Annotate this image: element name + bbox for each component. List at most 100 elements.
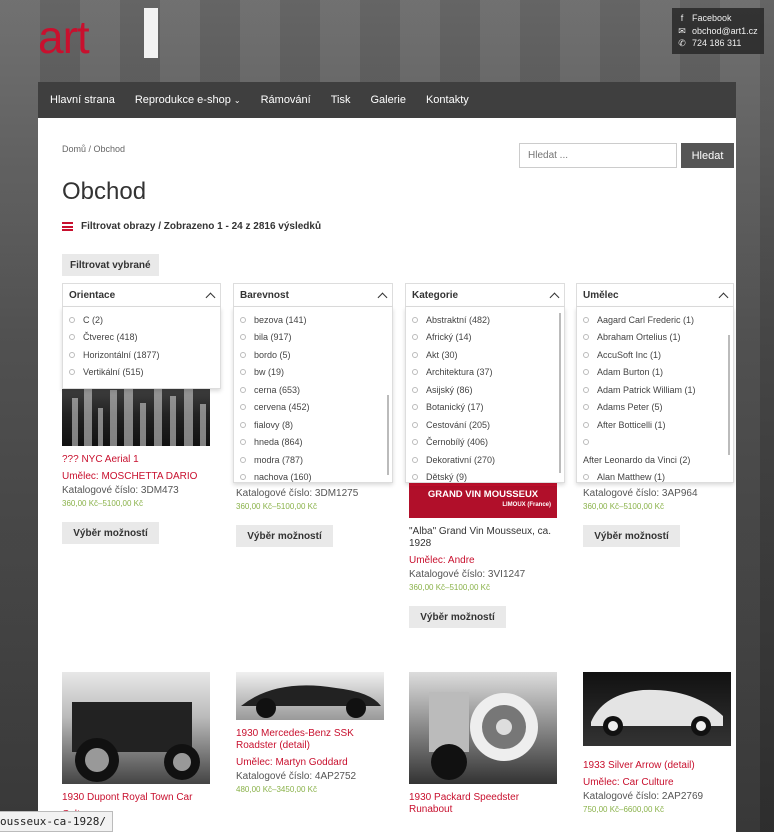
filter-option[interactable]: Adam Patrick William (1) [577,381,733,399]
product-title[interactable]: 1930 Packard Speedster Runabout [409,792,559,816]
filter-option[interactable]: Horizontální (1877) [63,346,220,364]
filter-option[interactable]: cerna (653) [234,381,392,399]
search-input[interactable] [519,143,677,168]
filter-option[interactable]: Cestování (205) [406,416,564,434]
radio-icon [583,351,589,358]
filter-option[interactable]: Černobílý (406) [406,434,564,452]
select-options-button[interactable]: Výběr možností [409,606,506,628]
filter-option[interactable]: bw (19) [234,364,392,382]
filter-option-label: cerna (653) [254,384,301,395]
nav-gallery[interactable]: Galerie [361,94,416,106]
radio-icon [69,351,75,358]
filter-option[interactable]: Akt (30) [406,346,564,364]
radio-icon [240,456,246,463]
select-options-button[interactable]: Výběr možností [62,522,159,544]
filter-option[interactable]: Africký (14) [406,329,564,347]
product-title[interactable]: 1930 Mercedes-Benz SSK Roadster (detail) [236,728,386,752]
select-options-button[interactable]: Výběr možností [236,525,333,547]
scrollbar[interactable] [559,313,561,473]
apply-filter-button[interactable]: Filtrovat vybrané [62,254,159,276]
product-title[interactable]: 1930 Dupont Royal Town Car [62,792,212,804]
filter-option[interactable]: Asijský (86) [406,381,564,399]
product-card: ??? NYC Aerial 1 Umělec: MOSCHETTA DARIO… [62,368,212,544]
filter-category-header[interactable]: Kategorie [405,283,565,307]
select-options-button[interactable]: Výběr možností [583,525,680,547]
filter-option[interactable]: Abstraktní (482) [406,311,564,329]
product-image[interactable] [409,672,557,784]
radio-icon [412,421,418,428]
radio-icon [412,456,418,463]
filter-option[interactable]: bila (917) [234,329,392,347]
filter-orientation-header[interactable]: Orientace [62,283,221,307]
filter-color-list: bezova (141) bila (917) bordo (5) bw (19… [233,307,393,483]
search-button[interactable]: Hledat [681,143,734,168]
product-artist[interactable]: Umělec: Andre [409,555,559,566]
phone-link[interactable]: ✆ 724 186 311 [678,37,758,50]
poster-title: GRAND VIN MOUSSEUX [427,489,539,500]
filter-option-label: bezova (141) [254,314,307,325]
filter-option[interactable]: hneda (864) [234,434,392,452]
filter-option-label: Cestování (205) [426,419,491,430]
product-image[interactable] [583,672,731,746]
nav-framing[interactable]: Rámování [251,94,321,106]
filter-option[interactable]: Botanický (17) [406,399,564,417]
filter-option[interactable]: C (2) [63,311,220,329]
filter-option-label: After Botticelli (1) [597,419,666,430]
filter-option[interactable]: Abraham Ortelius (1) [577,329,733,347]
product-artist[interactable]: Umělec: Car Culture [583,777,733,788]
breadcrumb[interactable]: Domů / Obchod [62,144,125,154]
filter-option[interactable]: Dekorativní (270) [406,451,564,469]
filter-option[interactable]: Aagard Carl Frederic (1) [577,311,733,329]
content-area: Domů / Obchod Hledat Obchod Filtrovat ob… [38,118,736,832]
menu-icon [62,222,73,231]
product-image[interactable] [62,672,210,784]
filter-color-header[interactable]: Barevnost [233,283,393,307]
product-card: 1933 Silver Arrow (detail) Umělec: Car C… [583,672,733,814]
filter-option[interactable]: nachova (160) [234,469,392,482]
filter-option[interactable]: fialovy (8) [234,416,392,434]
scrollbar[interactable] [387,395,389,475]
product-title[interactable]: 1933 Silver Arrow (detail) [583,760,733,772]
search-form: Hledat [519,143,734,168]
link-status-bar: ousseux-ca-1928/ [0,811,113,832]
product-artist[interactable]: Umělec: Martyn Goddard [236,757,386,768]
chevron-up-icon [718,292,729,302]
scrollbar[interactable] [728,335,730,455]
email-link[interactable]: ✉ obchod@art1.cz [678,25,758,38]
filter-option-label: Vertikální (515) [83,367,144,378]
filter-option[interactable]: cervena (452) [234,399,392,417]
nav-contacts[interactable]: Kontakty [416,94,479,106]
product-card: 1930 Dupont Royal Town Car Culture [62,672,212,820]
product-title[interactable]: "Alba" Grand Vin Mousseux, ca. 1928 [409,526,559,550]
filter-toggle[interactable]: Filtrovat obrazy / Zobrazeno 1 - 24 z 28… [62,221,321,232]
nav-eshop[interactable]: Reprodukce e-shop ⌄ [125,94,251,106]
radio-icon [240,439,246,446]
filter-option[interactable]: bezova (141) [234,311,392,329]
filter-option[interactable]: Architektura (37) [406,364,564,382]
nav-print[interactable]: Tisk [321,94,361,106]
product-catalog-number: Katalogové číslo: 3VI1247 [409,569,526,580]
filter-option-label: Architektura (37) [426,367,493,378]
filter-option[interactable] [577,434,733,452]
filter-option[interactable]: bordo (5) [234,346,392,364]
filter-option[interactable]: Alan Matthew (1) [577,469,733,482]
radio-icon [583,334,589,341]
filter-option[interactable]: After Leonardo da Vinci (2) [577,451,733,469]
facebook-link[interactable]: f Facebook [678,12,758,25]
filter-option[interactable]: Vertikální (515) [63,364,220,382]
filter-option[interactable]: Dětský (9) [406,469,564,482]
filter-option[interactable]: Adams Peter (5) [577,399,733,417]
filter-option[interactable]: Adam Burton (1) [577,364,733,382]
site-logo[interactable]: art [38,8,163,60]
filter-option[interactable]: AccuSoft Inc (1) [577,346,733,364]
filter-option[interactable]: After Botticelli (1) [577,416,733,434]
filter-option[interactable]: modra (787) [234,451,392,469]
filter-option[interactable]: Čtverec (418) [63,329,220,347]
radio-icon [412,474,418,481]
product-title[interactable]: ??? NYC Aerial 1 [62,454,212,466]
nav-home[interactable]: Hlavní strana [50,94,125,106]
radio-icon [583,421,589,428]
product-image[interactable] [236,672,384,720]
product-artist[interactable]: Umělec: MOSCHETTA DARIO [62,471,212,482]
filter-artist-header[interactable]: Umělec [576,283,734,307]
